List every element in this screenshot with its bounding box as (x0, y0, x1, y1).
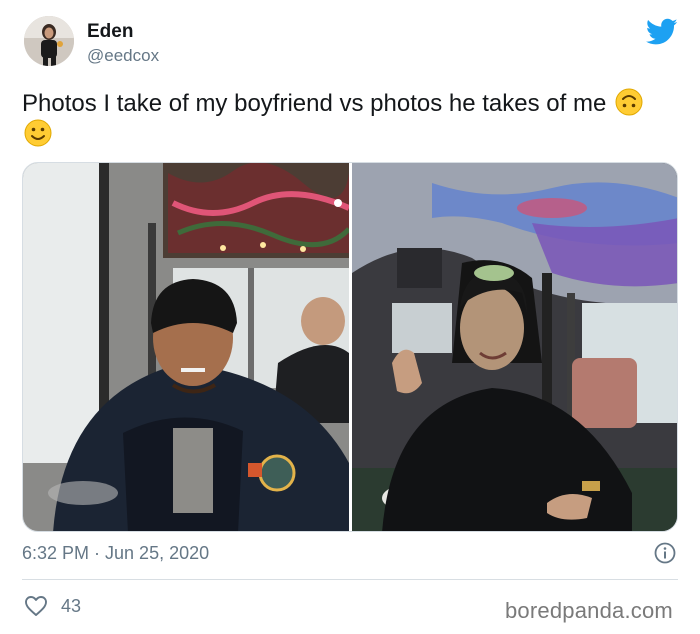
watermark: boredpanda.com (505, 598, 673, 623)
girlfriend-photo[interactable] (352, 163, 677, 531)
divider (22, 579, 678, 580)
tweet-card: Eden @eedcox Photos I take of my boyfrie… (0, 0, 700, 634)
tweet-body: Photos I take of my boyfriend vs photos … (22, 90, 607, 117)
tweet-text: Photos I take of my boyfriend vs photos … (22, 88, 672, 150)
avatar[interactable] (24, 16, 74, 66)
tweet-timestamp[interactable]: 6:32 PM · Jun 25, 2020 (22, 543, 209, 564)
twitter-bird-icon[interactable] (646, 18, 678, 46)
upside-down-face-emoji (615, 88, 643, 116)
boyfriend-photo[interactable] (23, 163, 349, 531)
display-name[interactable]: Eden (87, 21, 133, 43)
tweet-media[interactable] (22, 162, 678, 532)
heart-icon[interactable] (24, 595, 48, 617)
info-icon[interactable] (654, 542, 676, 564)
like-count: 43 (61, 596, 82, 616)
user-handle[interactable]: @eedcox (87, 46, 159, 66)
slightly-smiling-face-emoji (24, 119, 52, 147)
